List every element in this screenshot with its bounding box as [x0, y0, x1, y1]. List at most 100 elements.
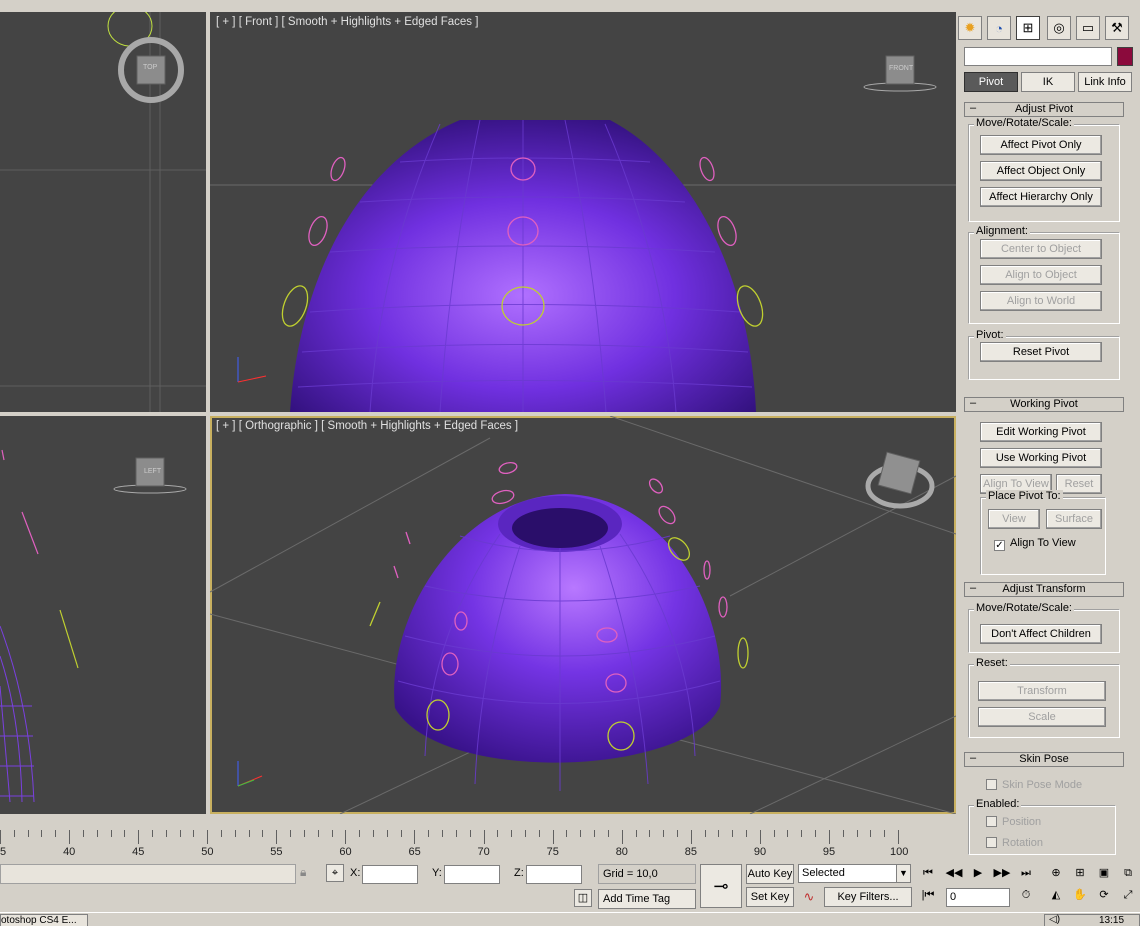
timeline-tick — [483, 830, 485, 844]
alignment-label: Alignment: — [974, 225, 1030, 237]
create-icon[interactable]: ✹ — [958, 16, 982, 40]
affect-pivot-only-button[interactable]: Affect Pivot Only — [980, 135, 1102, 155]
go-to-end-icon[interactable]: ⏭ — [1016, 864, 1036, 882]
zoom-extents-all-icon[interactable]: ⧉ — [1118, 864, 1138, 882]
display-icon[interactable]: ▭ — [1076, 16, 1100, 40]
viewport-top[interactable]: TOP — [0, 12, 206, 412]
set-keys-icon[interactable]: ⊸ — [700, 864, 742, 908]
working-pivot-reset-button[interactable]: Reset — [1056, 474, 1102, 494]
maximize-viewport-icon[interactable]: ⤢ — [1118, 886, 1138, 904]
timeline-tick — [276, 830, 278, 844]
timeline-tick — [690, 830, 692, 844]
viewport-front[interactable]: [ + ] [ Front ] [ Smooth + Highlights + … — [210, 12, 956, 412]
working-pivot-header[interactable]: – Working Pivot — [964, 397, 1124, 412]
absolute-mode-icon[interactable]: ⌖ — [326, 864, 344, 882]
center-to-object-button[interactable]: Center to Object — [980, 239, 1102, 259]
reset-scale-button[interactable]: Scale — [978, 707, 1106, 727]
affect-object-only-button[interactable]: Affect Object Only — [980, 161, 1102, 181]
timeline-tick — [69, 830, 71, 844]
rotation-checkbox[interactable]: Rotation — [986, 837, 1043, 849]
play-icon[interactable]: ▶ — [968, 864, 988, 882]
skin-pose-rollout: – Skin Pose Skin Pose Mode Enabled: Posit… — [964, 752, 1128, 855]
ortho-viewport-label[interactable]: [ + ] [ Orthographic ] [ Smooth + Highli… — [216, 420, 518, 432]
pivot-tab[interactable]: Pivot — [964, 72, 1018, 92]
align-to-world-button[interactable]: Align to World — [980, 291, 1102, 311]
modify-icon[interactable]: ◔ — [987, 16, 1011, 40]
edit-working-pivot-button[interactable]: Edit Working Pivot — [980, 422, 1102, 442]
pan-icon[interactable]: ✋ — [1070, 886, 1090, 904]
use-working-pivot-button[interactable]: Use Working Pivot — [980, 448, 1102, 468]
status-prompt-area — [0, 864, 296, 884]
place-surface-button[interactable]: Surface — [1046, 509, 1102, 529]
key-mode-icon[interactable]: ∿ — [798, 887, 820, 907]
reset-pivot-button[interactable]: Reset Pivot — [980, 342, 1102, 362]
set-key-button[interactable]: Set Key — [746, 887, 794, 907]
y-coordinate-field[interactable] — [444, 865, 500, 884]
max-window: TOP [+] [Front] [Smooth + Highlight… — [0, 0, 1140, 926]
timeline-tick — [801, 830, 803, 837]
time-ruler[interactable]: 5 40 45 50 55 60 65 70 75 80 85 90 95 100 — [0, 830, 910, 860]
zoom-icon[interactable]: ⊕ — [1046, 864, 1066, 882]
transform-reset-label: Reset: — [974, 657, 1010, 669]
timeline-tick — [635, 830, 637, 837]
auto-key-button[interactable]: Auto Key — [746, 864, 794, 884]
key-filters-button[interactable]: Key Filters... — [824, 887, 912, 907]
front-viewport-label[interactable]: [ + ] [ Front ] [ Smooth + Highlights + … — [216, 16, 478, 28]
object-name-field[interactable] — [964, 47, 1112, 66]
utilities-icon[interactable]: ⚒ — [1105, 16, 1129, 40]
skin-pose-header[interactable]: – Skin Pose — [964, 752, 1124, 767]
x-label: X: — [350, 867, 361, 879]
time-config-icon[interactable]: ⏱ — [1016, 886, 1036, 904]
field-of-view-icon[interactable]: ◭ — [1046, 886, 1066, 904]
adjust-transform-header[interactable]: – Adjust Transform — [964, 582, 1124, 597]
orbit-icon[interactable]: ⟳ — [1094, 886, 1114, 904]
adjust-pivot-header[interactable]: – Adjust Pivot — [964, 102, 1124, 117]
timeline-tick — [773, 830, 775, 837]
volume-icon[interactable]: ◁) — [1049, 914, 1060, 925]
go-to-start-icon[interactable]: ⏮ — [918, 864, 938, 882]
timeline-tick — [124, 830, 126, 837]
timeline-label: 80 — [615, 846, 628, 858]
chevron-down-icon[interactable]: ▼ — [896, 864, 911, 883]
left-viewcube-label[interactable]: LEFT — [144, 468, 161, 475]
timeline-tick — [386, 830, 388, 837]
previous-frame-icon[interactable]: ◀◀ — [944, 864, 964, 882]
current-frame-field[interactable]: 0 — [946, 888, 1010, 907]
zoom-all-icon[interactable]: ⊞ — [1070, 864, 1090, 882]
key-mode-toggle-icon[interactable]: |⏮ — [918, 886, 938, 904]
align-to-object-button[interactable]: Align to Object — [980, 265, 1102, 285]
viewport-left[interactable]: LEFT — [0, 416, 206, 814]
ik-tab[interactable]: IK — [1021, 72, 1075, 92]
time-tag-icon[interactable]: ◫ — [574, 889, 592, 907]
dont-affect-children-button[interactable]: Don't Affect Children — [980, 624, 1102, 644]
reset-transform-button[interactable]: Transform — [978, 681, 1106, 701]
x-coordinate-field[interactable] — [362, 865, 418, 884]
position-checkbox[interactable]: Position — [986, 816, 1041, 828]
link-info-tab[interactable]: Link Info — [1078, 72, 1132, 92]
next-frame-icon[interactable]: ▶▶ — [992, 864, 1012, 882]
taskbar-app-button[interactable]: otoshop CS4 E... — [0, 914, 88, 926]
timeline-tick — [580, 830, 582, 837]
motion-icon[interactable]: ◎ — [1047, 16, 1071, 40]
align-to-view-checkbox[interactable]: ✓ Align To View — [994, 537, 1076, 551]
lock-selection-icon[interactable]: 🔒︎ — [300, 865, 316, 881]
timeline-tick — [828, 830, 830, 844]
front-viewcube-label[interactable]: FRONT — [889, 65, 913, 72]
timeline-tick — [234, 830, 236, 837]
skin-pose-mode-checkbox[interactable]: Skin Pose Mode — [986, 779, 1082, 791]
viewport-orthographic[interactable]: [ + ] [ Orthographic ] [ Smooth + Highli… — [210, 416, 956, 814]
hierarchy-icon[interactable]: ⊞ — [1016, 16, 1040, 40]
add-time-tag-button[interactable]: Add Time Tag — [598, 889, 696, 909]
command-panel-scrollbar[interactable] — [1130, 100, 1138, 850]
timeline-tick — [842, 830, 844, 837]
timeline-label: 5 — [0, 846, 7, 858]
selection-set-dropdown[interactable]: Selected — [798, 864, 898, 883]
system-tray: ◁) 13:15 — [1044, 914, 1140, 926]
affect-hierarchy-only-button[interactable]: Affect Hierarchy Only — [980, 187, 1102, 207]
z-coordinate-field[interactable] — [526, 865, 582, 884]
zoom-extents-icon[interactable]: ▣ — [1094, 864, 1114, 882]
object-color-swatch[interactable] — [1117, 47, 1133, 66]
timeline-tick — [663, 830, 665, 837]
top-viewcube-label[interactable]: TOP — [143, 64, 157, 71]
place-view-button[interactable]: View — [988, 509, 1040, 529]
